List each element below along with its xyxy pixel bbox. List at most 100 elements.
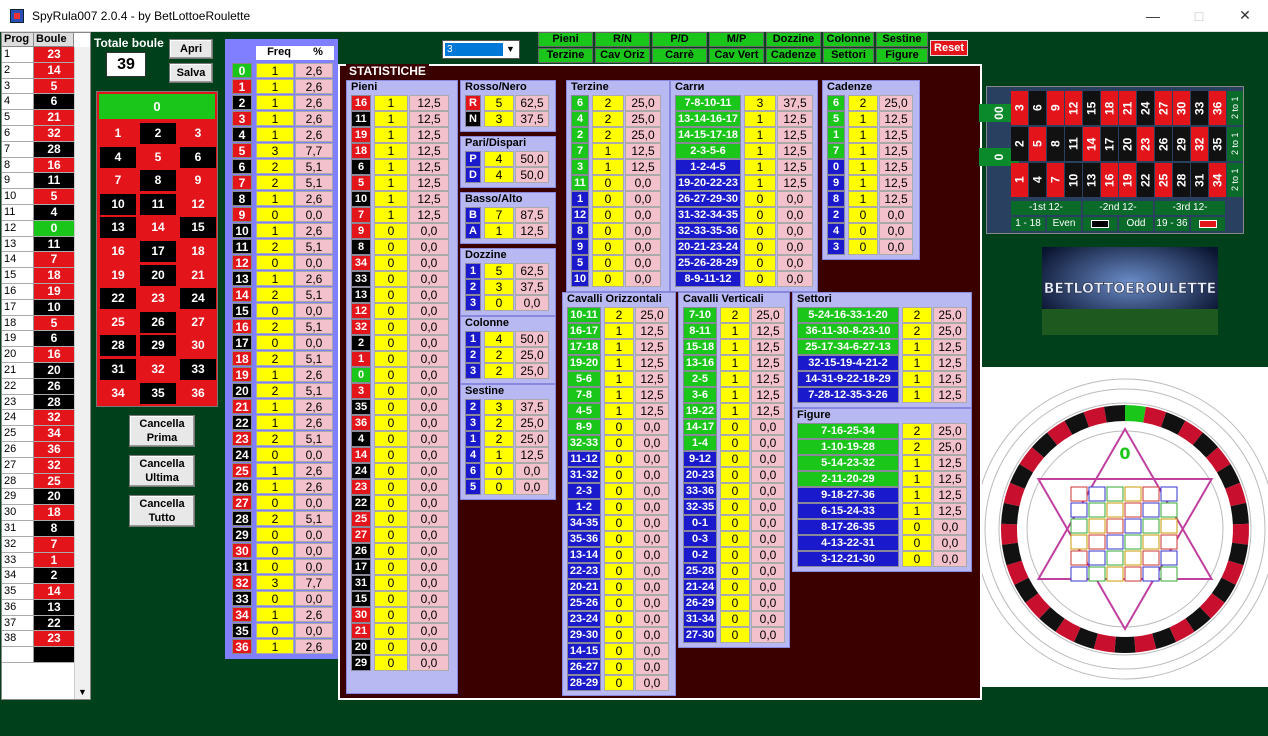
board-number[interactable]: 4 (100, 146, 136, 168)
board-number[interactable]: 22 (100, 288, 136, 310)
rt-number[interactable]: 16 (1101, 163, 1118, 197)
board-number[interactable]: 21 (180, 264, 216, 286)
rt-col-bet[interactable]: 2 to 1 (1227, 127, 1243, 161)
board-number[interactable]: 29 (140, 335, 176, 357)
board-number[interactable]: 18 (180, 241, 216, 262)
rt-col-bet[interactable]: 2 to 1 (1227, 163, 1243, 197)
rt-number[interactable]: 13 (1083, 163, 1100, 197)
boule-cell[interactable]: 11 (34, 236, 74, 253)
nav-button-terzine[interactable]: Terzine (538, 48, 593, 63)
rt-number[interactable]: 3 (1011, 91, 1028, 125)
boule-cell[interactable]: 0 (34, 220, 74, 237)
board-number[interactable]: 30 (180, 335, 216, 357)
rt-number[interactable]: 4 (1029, 163, 1046, 197)
nav-button-pd[interactable]: P/D (652, 32, 707, 47)
board-number[interactable]: 20 (140, 264, 176, 286)
rt-number[interactable]: 27 (1155, 91, 1172, 125)
board-number[interactable]: 32 (140, 359, 176, 380)
rt-number[interactable]: 24 (1137, 91, 1154, 125)
rt-outside[interactable]: 1 - 18 (1011, 217, 1045, 231)
boule-cell[interactable]: 34 (34, 426, 74, 442)
rt-number[interactable]: 32 (1191, 127, 1208, 161)
salva-button[interactable]: Salva (169, 63, 213, 83)
rt-number[interactable]: 9 (1047, 91, 1064, 125)
boule-cell[interactable]: 6 (34, 94, 74, 111)
nav-button-dozzine[interactable]: Dozzine (766, 32, 821, 47)
scroll-down-icon[interactable]: ▼ (78, 687, 87, 697)
board-number[interactable]: 14 (140, 217, 176, 239)
boule-cell[interactable]: 36 (34, 441, 74, 458)
boule-cell[interactable]: 25 (34, 473, 74, 490)
board-number[interactable]: 26 (140, 311, 176, 333)
boule-cell[interactable]: 16 (34, 347, 74, 363)
board-number[interactable]: 6 (180, 146, 216, 168)
rt-number[interactable]: 6 (1029, 91, 1046, 125)
nav-button-carr[interactable]: Carrè (652, 48, 707, 63)
nav-button-mp[interactable]: M/P (709, 32, 764, 47)
rt-number[interactable]: 14 (1083, 127, 1100, 161)
board-number[interactable]: 31 (100, 359, 136, 380)
board-number[interactable]: 19 (100, 264, 136, 286)
rt-col-bet[interactable]: 2 to 1 (1227, 91, 1243, 125)
cancella-prima-button[interactable]: Cancella Prima (129, 415, 195, 447)
boule-cell[interactable]: 20 (34, 362, 74, 379)
filter-select[interactable]: 3 ▼ (442, 40, 520, 59)
rt-number[interactable]: 17 (1101, 127, 1118, 161)
rt-number[interactable]: 5 (1029, 127, 1046, 161)
boule-cell[interactable]: 11 (34, 173, 74, 190)
boule-cell[interactable]: 23 (34, 631, 74, 648)
nav-button-cavoriz[interactable]: Cav Oriz (595, 48, 650, 63)
rt-dozen[interactable]: -1st 12- (1011, 201, 1081, 215)
boule-cell[interactable]: 1 (34, 552, 74, 569)
rt-number[interactable]: 23 (1137, 127, 1154, 161)
nav-button-cavvert[interactable]: Cav Vert (709, 48, 764, 63)
rt-number[interactable]: 10 (1065, 163, 1082, 197)
nav-button-colonne[interactable]: Colonne (823, 32, 874, 47)
board-number[interactable]: 1 (100, 123, 136, 144)
cancella-ultima-button[interactable]: Cancella Ultima (129, 455, 195, 487)
boule-cell[interactable]: 4 (34, 204, 74, 221)
board-zero[interactable]: 0 (99, 94, 215, 119)
boule-cell[interactable]: 16 (34, 157, 74, 174)
board-number[interactable]: 35 (140, 382, 176, 404)
board-number[interactable]: 17 (140, 241, 176, 262)
board-number[interactable]: 10 (100, 193, 136, 215)
board-number[interactable]: 8 (140, 170, 176, 192)
board-number[interactable]: 33 (180, 359, 216, 380)
boule-cell[interactable]: 32 (34, 457, 74, 474)
rt-number[interactable]: 34 (1209, 163, 1226, 197)
rt-outside[interactable]: Odd (1119, 217, 1153, 231)
rt-outside[interactable]: Even (1047, 217, 1081, 231)
boule-cell[interactable]: 14 (34, 62, 74, 79)
nav-button-settori[interactable]: Settori (823, 48, 874, 63)
boule-cell[interactable]: 19 (34, 283, 74, 300)
boule-cell[interactable]: 7 (34, 252, 74, 269)
history-scrollbar[interactable]: ▼ (74, 47, 90, 699)
rt-number[interactable]: 11 (1065, 127, 1082, 161)
board-number[interactable]: 9 (180, 170, 216, 192)
boule-cell[interactable]: 18 (34, 268, 74, 284)
board-number[interactable]: 5 (140, 146, 176, 168)
board-number[interactable]: 15 (180, 217, 216, 239)
boule-cell[interactable]: 13 (34, 599, 74, 616)
board-number[interactable]: 2 (140, 123, 176, 144)
rt-number[interactable]: 18 (1101, 91, 1118, 125)
board-number[interactable]: 24 (180, 288, 216, 310)
rt-number[interactable]: 33 (1191, 91, 1208, 125)
board-number[interactable]: 28 (100, 335, 136, 357)
boule-cell[interactable]: 22 (34, 615, 74, 632)
boule-cell[interactable]: 18 (34, 505, 74, 521)
rt-number[interactable]: 36 (1209, 91, 1226, 125)
rt-number[interactable]: 30 (1173, 91, 1190, 125)
rt-number[interactable]: 35 (1209, 127, 1226, 161)
boule-cell[interactable]: 7 (34, 536, 74, 553)
boule-cell[interactable]: 26 (34, 378, 74, 395)
rt-number[interactable]: 29 (1173, 127, 1190, 161)
boule-cell[interactable]: 5 (34, 315, 74, 332)
board-number[interactable]: 11 (140, 193, 176, 215)
rt-number[interactable]: 8 (1047, 127, 1064, 161)
rt-outside[interactable]: 19 - 36 (1155, 217, 1189, 231)
boule-cell[interactable]: 32 (34, 125, 74, 142)
rt-number[interactable]: 2 (1011, 127, 1028, 161)
boule-cell-empty[interactable] (34, 647, 74, 664)
